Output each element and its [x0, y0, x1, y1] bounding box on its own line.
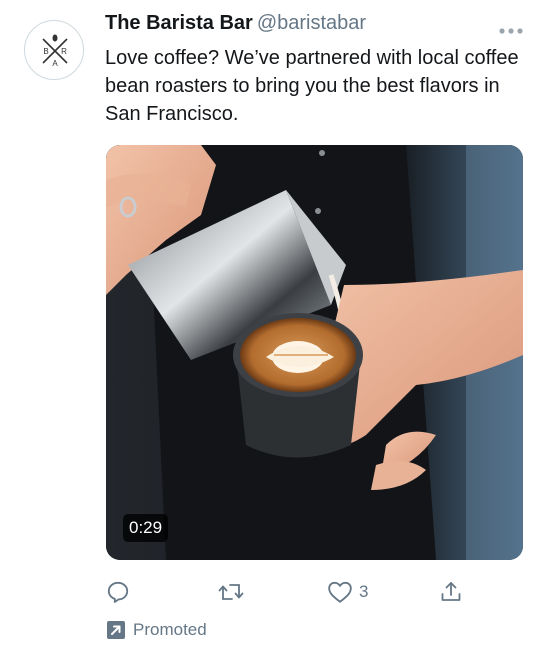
retweet-button[interactable] [217, 577, 245, 607]
video-duration-badge: 0:29 [123, 514, 169, 542]
promoted-indicator: Promoted [107, 620, 207, 640]
reply-icon [107, 581, 129, 603]
more-options-button[interactable] [498, 22, 524, 40]
promoted-arrow-icon [107, 621, 125, 639]
like-button[interactable]: 3 [327, 577, 368, 607]
barista-bar-logo: B R A [42, 34, 68, 68]
more-dots-icon [499, 28, 523, 34]
heart-icon [328, 581, 352, 603]
share-icon [441, 582, 461, 601]
tweet-header: The Barista Bar @baristabar [105, 12, 366, 35]
promoted-label: Promoted [133, 620, 207, 639]
video-media[interactable] [106, 145, 523, 560]
retweet-icon [218, 584, 244, 600]
latte-art-pour-image [106, 145, 523, 560]
display-name[interactable]: The Barista Bar [105, 12, 253, 34]
svg-text:A: A [52, 59, 58, 68]
share-button[interactable] [439, 577, 463, 607]
tweet-text: Love coffee? We’ve partnered with local … [105, 47, 519, 125]
tweet-actions-bar: 3 [0, 577, 545, 609]
svg-text:B: B [43, 47, 48, 56]
like-count: 3 [359, 582, 369, 601]
tweet-card[interactable]: B R A The Barista Bar @baristabar Love co… [0, 0, 545, 650]
user-handle[interactable]: @baristabar [257, 12, 366, 34]
svg-text:R: R [61, 47, 67, 56]
avatar[interactable]: B R A [24, 20, 84, 80]
reply-button[interactable] [105, 577, 131, 607]
